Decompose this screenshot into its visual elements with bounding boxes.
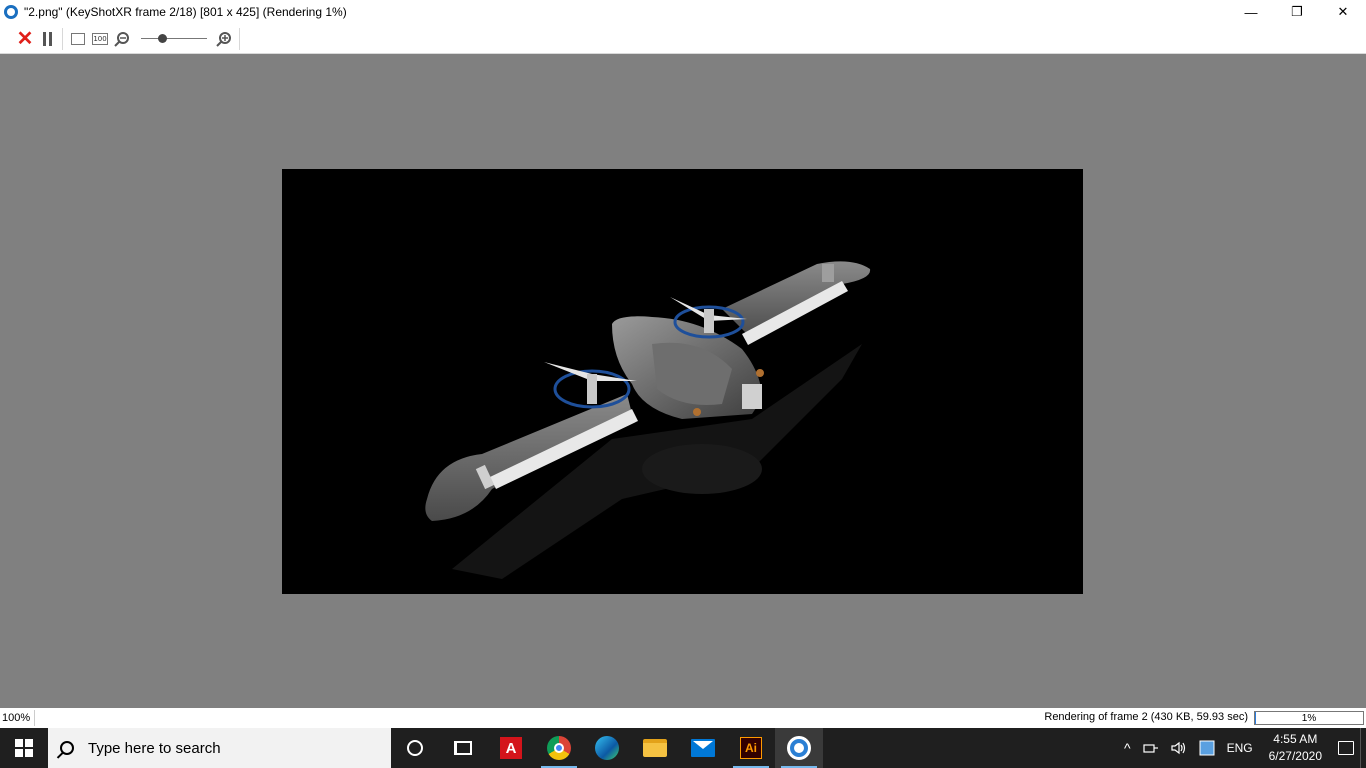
- language-indicator[interactable]: ENG: [1221, 728, 1259, 768]
- search-placeholder: Type here to search: [88, 739, 221, 757]
- clock-date: 6/27/2020: [1268, 749, 1322, 763]
- taskbar-app-mail[interactable]: [679, 728, 727, 768]
- zoom-in-button[interactable]: [214, 29, 234, 49]
- search-icon: [60, 741, 74, 755]
- toolbar-divider: [239, 27, 240, 50]
- acrobat-icon: A: [500, 737, 522, 759]
- clock-time: 4:55 AM: [1273, 732, 1318, 746]
- cortana-icon: [407, 740, 423, 756]
- action-center-button[interactable]: [1332, 728, 1360, 768]
- window-title: "2.png" (KeyShotXR frame 2/18) [801 x 42…: [24, 5, 347, 19]
- actual-size-button[interactable]: 100: [90, 29, 110, 49]
- task-view-button[interactable]: [439, 728, 487, 768]
- render-status-text: Rendering of frame 2 (430 KB, 59.93 sec): [1044, 711, 1248, 723]
- taskbar-app-edge[interactable]: [583, 728, 631, 768]
- windows-logo-icon: [15, 739, 33, 757]
- keyboard-layout-icon[interactable]: [1193, 728, 1221, 768]
- close-x-icon: ✕: [16, 27, 34, 50]
- show-hidden-icons-button[interactable]: ^: [1118, 728, 1137, 768]
- zoom-slider[interactable]: [135, 29, 213, 49]
- zoom-out-button[interactable]: [112, 29, 132, 49]
- restore-button[interactable]: ❐: [1274, 0, 1320, 24]
- system-tray: ^ ENG 4:55 AM 6/27/2020: [1118, 728, 1366, 768]
- speaker-icon: [1170, 741, 1185, 755]
- mail-icon: [691, 739, 715, 757]
- notification-icon: [1338, 741, 1354, 755]
- progress-label: 1%: [1301, 713, 1317, 724]
- zoom-slider-thumb[interactable]: [158, 33, 168, 43]
- taskbar-app-chrome[interactable]: [535, 728, 583, 768]
- actual-size-icon: 100: [92, 32, 108, 45]
- input-indicator-icon: [1199, 740, 1215, 756]
- render-progress-bar: 1%: [1254, 711, 1364, 725]
- toolbar-divider: [62, 27, 63, 50]
- chrome-icon: [547, 736, 571, 760]
- pause-render-button[interactable]: [37, 29, 57, 49]
- show-desktop-button[interactable]: [1360, 728, 1366, 768]
- task-view-icon: [454, 741, 472, 755]
- render-frame: [282, 169, 1083, 594]
- cortana-button[interactable]: [391, 728, 439, 768]
- zoom-out-icon: [114, 31, 129, 47]
- close-button[interactable]: ✕: [1320, 0, 1366, 24]
- zoom-percentage: 100%: [2, 712, 31, 724]
- toolbar: ✕ 100: [0, 24, 1366, 54]
- stop-render-button[interactable]: ✕: [15, 29, 35, 49]
- fit-screen-icon: [71, 32, 85, 45]
- keyshot-app-icon[interactable]: [4, 5, 18, 19]
- edge-icon: [595, 736, 619, 760]
- illustrator-icon: Ai: [740, 737, 762, 759]
- taskbar-app-file-explorer[interactable]: [631, 728, 679, 768]
- volume-icon[interactable]: [1165, 728, 1193, 768]
- status-divider: [34, 710, 35, 726]
- drone-render-image: [425, 261, 871, 579]
- title-bar: "2.png" (KeyShotXR frame 2/18) [801 x 42…: [0, 0, 1366, 24]
- taskbar-app-illustrator[interactable]: Ai: [727, 728, 775, 768]
- folder-icon: [643, 739, 667, 757]
- taskbar-app-acrobat[interactable]: A: [487, 728, 535, 768]
- network-icon[interactable]: [1137, 728, 1165, 768]
- clock[interactable]: 4:55 AM 6/27/2020: [1259, 728, 1332, 768]
- zoom-slider-track: [141, 37, 207, 39]
- image-viewport[interactable]: [0, 54, 1366, 708]
- pause-icon: [42, 31, 52, 46]
- fit-to-window-button[interactable]: [68, 29, 88, 49]
- minimize-button[interactable]: —: [1228, 0, 1274, 24]
- taskbar-search-box[interactable]: Type here to search: [48, 728, 391, 768]
- status-bar: 100% Rendering of frame 2 (430 KB, 59.93…: [0, 708, 1366, 728]
- zoom-in-icon: [216, 31, 231, 47]
- network-glyph-icon: [1142, 744, 1158, 753]
- taskbar-app-keyshot[interactable]: [775, 728, 823, 768]
- window-controls: — ❐ ✕: [1228, 0, 1366, 24]
- taskbar: Type here to search A Ai ^ ENG 4:55 AM 6…: [0, 728, 1366, 768]
- start-button[interactable]: [0, 728, 48, 768]
- keyshot-icon: [787, 736, 811, 760]
